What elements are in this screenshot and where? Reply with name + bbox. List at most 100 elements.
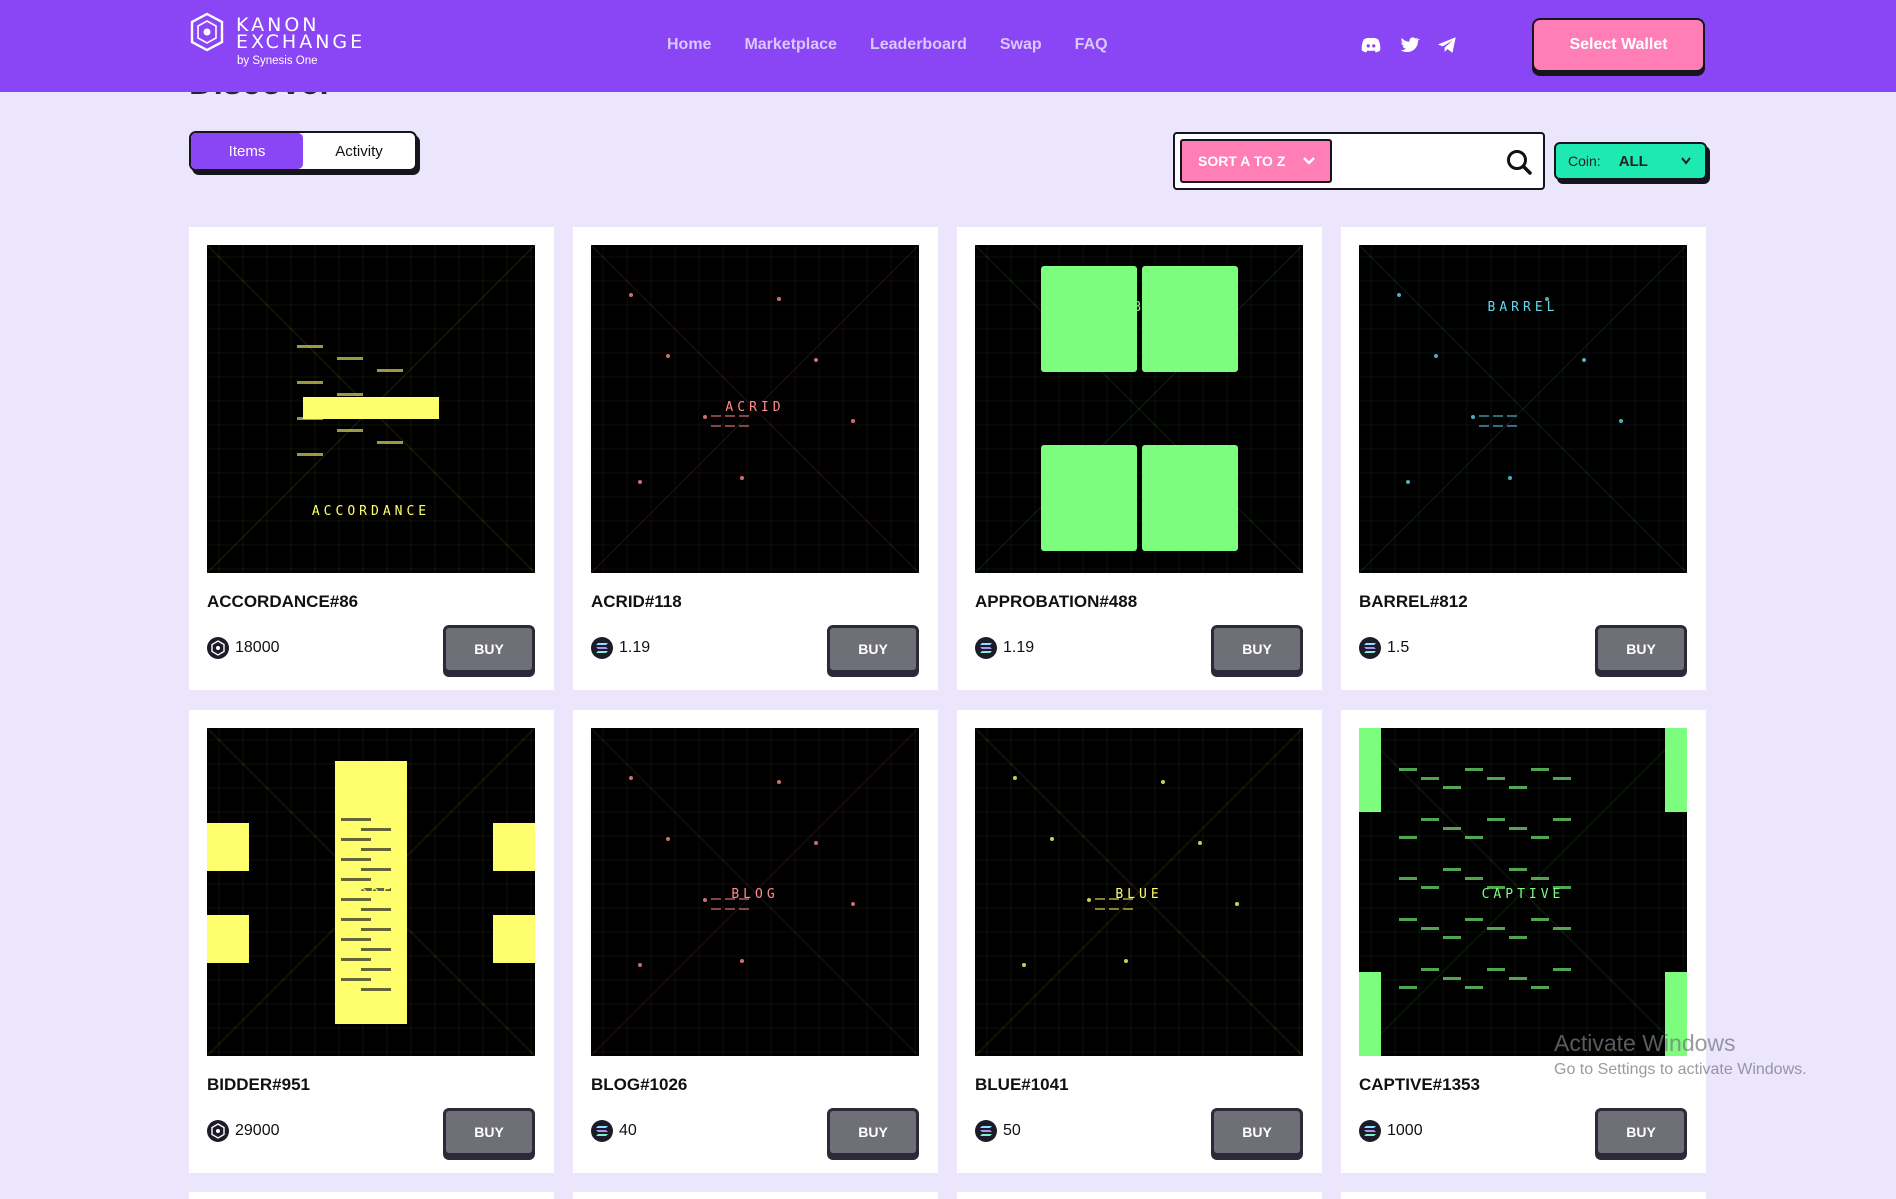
coin-filter-label: Coin:: [1568, 153, 1601, 169]
nft-price-value: 1000: [1387, 1122, 1423, 1139]
buy-button[interactable]: BUY: [827, 625, 919, 673]
search-icon[interactable]: [1505, 148, 1533, 176]
next-row-card-edge: [957, 1192, 1322, 1199]
nft-price: 1.19: [975, 637, 1034, 659]
next-row-card-edge: [573, 1192, 938, 1199]
nft-price: 1.19: [591, 637, 650, 659]
nav-faq[interactable]: FAQ: [1075, 36, 1108, 54]
nft-price-value: 1.19: [619, 639, 651, 656]
nft-price: 50: [975, 1120, 1021, 1142]
kanon-logo-icon: [190, 12, 224, 52]
twitter-icon[interactable]: [1398, 34, 1420, 56]
kanon-exchange-logo[interactable]: KANON EXCHANGE by Synesis One: [189, 12, 379, 72]
nft-artwork[interactable]: ACCORDANCE: [207, 245, 535, 573]
nft-artwork[interactable]: ACRID: [591, 245, 919, 573]
nft-artwork-graphic: ACRID: [591, 245, 919, 573]
nft-card[interactable]: BIDDER BIDDER#951 29000 BUY: [189, 710, 554, 1173]
buy-button[interactable]: BUY: [1211, 1108, 1303, 1156]
logo-text-exchange: EXCHANGE: [236, 31, 366, 53]
nft-artwork-word: ACRID: [725, 400, 784, 415]
solana-coin-icon: [975, 637, 997, 659]
chevron-down-icon: [1681, 157, 1691, 165]
nft-artwork-graphic: BARREL: [1359, 245, 1687, 573]
nft-artwork[interactable]: BARREL: [1359, 245, 1687, 573]
nft-price-value: 18000: [235, 639, 280, 656]
nft-card[interactable]: BLUE BLUE#1041 50 BUY: [957, 710, 1322, 1173]
logo-subtitle: by Synesis One: [237, 55, 318, 67]
nft-title: ACCORDANCE#86: [207, 592, 359, 611]
nft-artwork-graphic: ACCORDANCE: [207, 245, 535, 573]
nft-card[interactable]: ACRID ACRID#118 1.19 BUY: [573, 227, 938, 690]
next-row-card-edge: [1341, 1192, 1706, 1199]
watermark-subtitle: Go to Settings to activate Windows.: [1554, 1061, 1807, 1078]
nft-artwork[interactable]: BLOG: [591, 728, 919, 1056]
nft-artwork-word: ACCORDANCE: [312, 504, 430, 519]
main-nav: Home Marketplace Leaderboard Swap FAQ: [667, 36, 1141, 54]
buy-button[interactable]: BUY: [443, 1108, 535, 1156]
nft-title: ACRID#118: [591, 592, 682, 611]
coin-filter-select[interactable]: Coin: ALL: [1554, 142, 1707, 180]
nft-artwork-word: APPROBATION: [1074, 300, 1204, 315]
watermark-title: Activate Windows: [1554, 1030, 1736, 1056]
nft-artwork-word: BLOG: [731, 887, 778, 902]
nft-artwork[interactable]: BIDDER: [207, 728, 535, 1056]
kanon-coin-icon: [207, 1120, 229, 1142]
solana-coin-icon: [591, 637, 613, 659]
nft-artwork-graphic: APPROBATION: [975, 245, 1303, 573]
nft-title: APPROBATION#488: [975, 592, 1138, 611]
nft-price-value: 29000: [235, 1122, 280, 1139]
nft-price: 18000: [207, 637, 280, 659]
nft-artwork-graphic: BLOG: [591, 728, 919, 1056]
nft-title: BLOG#1026: [591, 1075, 688, 1094]
telegram-icon[interactable]: [1436, 34, 1458, 56]
view-tabs: Items Activity: [189, 131, 417, 171]
nft-title: BLUE#1041: [975, 1075, 1069, 1094]
nft-artwork-word: BIDDER: [336, 887, 407, 902]
tab-activity[interactable]: Activity: [303, 133, 415, 169]
solana-coin-icon: [1359, 1120, 1381, 1142]
kanon-coin-icon: [207, 637, 229, 659]
nft-price: 29000: [207, 1120, 280, 1142]
select-wallet-button[interactable]: Select Wallet: [1532, 18, 1705, 72]
nft-price-value: 1.19: [1003, 639, 1035, 656]
nft-title: BARREL#812: [1359, 592, 1468, 611]
nav-swap[interactable]: Swap: [1000, 36, 1042, 54]
next-row-card-edge: [189, 1192, 554, 1199]
nft-price: 1.5: [1359, 637, 1409, 659]
buy-button[interactable]: BUY: [827, 1108, 919, 1156]
nft-artwork-graphic: BIDDER: [207, 728, 535, 1056]
nft-title: CAPTIVE#1353: [1359, 1075, 1480, 1094]
nft-price-value: 50: [1003, 1122, 1021, 1139]
discord-icon[interactable]: [1360, 34, 1382, 56]
coin-filter-value: ALL: [1618, 152, 1648, 170]
nft-title: BIDDER#951: [207, 1075, 310, 1094]
solana-coin-icon: [1359, 637, 1381, 659]
tab-items[interactable]: Items: [191, 133, 303, 169]
buy-button[interactable]: BUY: [1595, 1108, 1687, 1156]
nav-marketplace[interactable]: Marketplace: [744, 36, 837, 54]
nft-artwork[interactable]: BLUE: [975, 728, 1303, 1056]
sort-dropdown[interactable]: SORT A TO Z: [1180, 139, 1332, 183]
nft-artwork[interactable]: APPROBATION: [975, 245, 1303, 573]
buy-button[interactable]: BUY: [1595, 625, 1687, 673]
nft-card[interactable]: CAPTIVE CAPTIVE#1353 1000 BUY: [1341, 710, 1706, 1173]
nft-artwork-word: BARREL: [1488, 300, 1559, 315]
nft-card[interactable]: ACCORDANCE ACCORDANCE#86 18000 BUY: [189, 227, 554, 690]
nav-home[interactable]: Home: [667, 36, 711, 54]
buy-button[interactable]: BUY: [1211, 625, 1303, 673]
windows-activation-watermark: Activate Windows Go to Settings to activ…: [1554, 1030, 1807, 1079]
nft-card[interactable]: APPROBATION APPROBATION#488 1.19 BUY: [957, 227, 1322, 690]
nft-artwork-graphic: BLUE: [975, 728, 1303, 1056]
nft-artwork-graphic: CAPTIVE: [1359, 728, 1687, 1056]
nft-price-value: 1.5: [1387, 639, 1410, 656]
nft-artwork[interactable]: CAPTIVE: [1359, 728, 1687, 1056]
top-navigation-bar: KANON EXCHANGE by Synesis One Home Marke…: [0, 0, 1896, 92]
nav-leaderboard[interactable]: Leaderboard: [870, 36, 967, 54]
nft-card[interactable]: BARREL BARREL#812 1.5 BUY: [1341, 227, 1706, 690]
sort-label: SORT A TO Z: [1198, 153, 1286, 169]
solana-coin-icon: [975, 1120, 997, 1142]
nft-card[interactable]: BLOG BLOG#1026 40 BUY: [573, 710, 938, 1173]
nft-price-value: 40: [619, 1122, 637, 1139]
search-bar[interactable]: SORT A TO Z: [1173, 132, 1545, 190]
buy-button[interactable]: BUY: [443, 625, 535, 673]
